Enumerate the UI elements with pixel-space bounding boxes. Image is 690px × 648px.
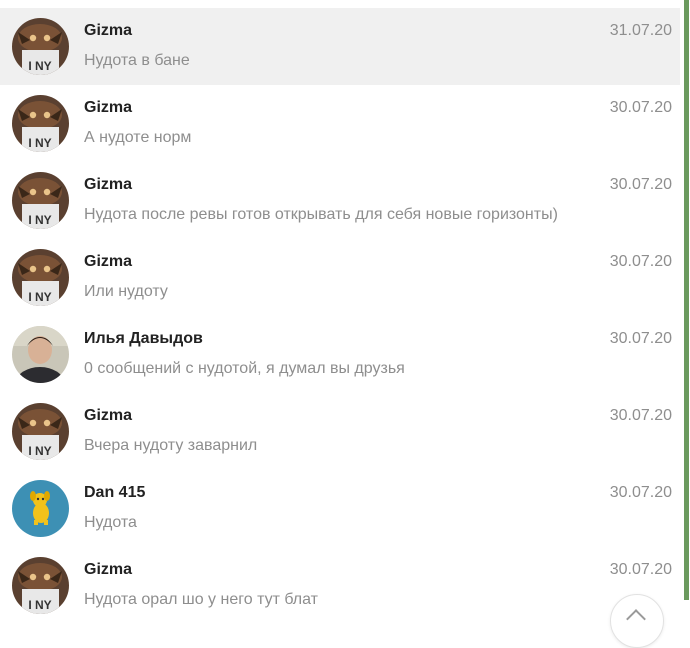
svg-text:I NY: I NY (28, 598, 51, 612)
dialog-name: Dan 415 (84, 484, 146, 501)
dialog-last-message: 0 сообщений с нудотой, я думал вы друзья (84, 360, 405, 377)
dialog-date: 30.07.20 (609, 99, 672, 116)
gizma-avatar: I NY (12, 172, 69, 229)
chevron-up-icon (626, 609, 646, 629)
dialog-row[interactable]: I NY Gizma Нудота орал шо у него тут бла… (0, 547, 680, 624)
dialog-last-message: Нудота (84, 514, 137, 531)
dialog-name: Gizma (84, 407, 133, 424)
dialog-last-message: Нудота после ревы готов открывать для се… (84, 206, 558, 223)
scrollbar-thumb[interactable] (684, 0, 689, 600)
gizma-avatar: I NY (12, 18, 69, 75)
dialog-last-message: А нудоте норм (84, 129, 192, 146)
dialog-row[interactable]: I NY Gizma Вчера нудоту заварнил 30.07.2… (0, 393, 680, 470)
dialog-row[interactable]: I NY Gizma Или нудоту 30.07.20 (0, 239, 680, 316)
dialog-row[interactable]: I NY Gizma Нудота после ревы готов откры… (0, 162, 680, 239)
dan-avatar (12, 480, 69, 537)
dialog-name: Gizma (84, 22, 133, 39)
dialog-name: Gizma (84, 176, 133, 193)
dialog-date: 30.07.20 (609, 484, 672, 501)
dialog-name: Gizma (84, 561, 133, 578)
dialog-last-message: Нудота в бане (84, 52, 190, 69)
gizma-avatar: I NY (12, 557, 69, 614)
dialog-name: Gizma (84, 99, 133, 116)
dialog-date: 31.07.20 (609, 22, 672, 39)
dialog-row[interactable]: Dan 415 Нудота 30.07.20 (0, 470, 680, 547)
svg-text:I NY: I NY (28, 59, 51, 73)
dialog-list: I NY Gizma Нудота в бане 31.07.20 I NY G… (0, 8, 680, 624)
gizma-avatar: I NY (12, 249, 69, 306)
svg-text:I NY: I NY (28, 213, 51, 227)
dialog-date: 30.07.20 (609, 253, 672, 270)
scrollbar-track[interactable] (682, 0, 690, 620)
dialog-row[interactable]: I NY Gizma А нудоте норм 30.07.20 (0, 85, 680, 162)
dialog-name: Gizma (84, 253, 133, 270)
gizma-avatar: I NY (12, 95, 69, 152)
gizma-avatar: I NY (12, 403, 69, 460)
dialog-date: 30.07.20 (609, 561, 672, 578)
dialog-row[interactable]: Илья Давыдов 0 сообщений с нудотой, я ду… (0, 316, 680, 393)
dialog-last-message: Вчера нудоту заварнил (84, 437, 258, 454)
svg-text:I NY: I NY (28, 444, 51, 458)
dialog-date: 30.07.20 (609, 407, 672, 424)
dialog-last-message: Нудота орал шо у него тут блат (84, 591, 318, 608)
dialog-name: Илья Давыдов (84, 330, 203, 347)
dialog-date: 30.07.20 (609, 330, 672, 347)
dialog-last-message: Или нудоту (84, 283, 168, 300)
svg-text:I NY: I NY (28, 290, 51, 304)
svg-text:I NY: I NY (28, 136, 51, 150)
dialog-date: 30.07.20 (609, 176, 672, 193)
ilya-avatar (12, 326, 69, 383)
dialog-row[interactable]: I NY Gizma Нудота в бане 31.07.20 (0, 8, 680, 85)
scroll-up-button[interactable] (610, 594, 664, 648)
